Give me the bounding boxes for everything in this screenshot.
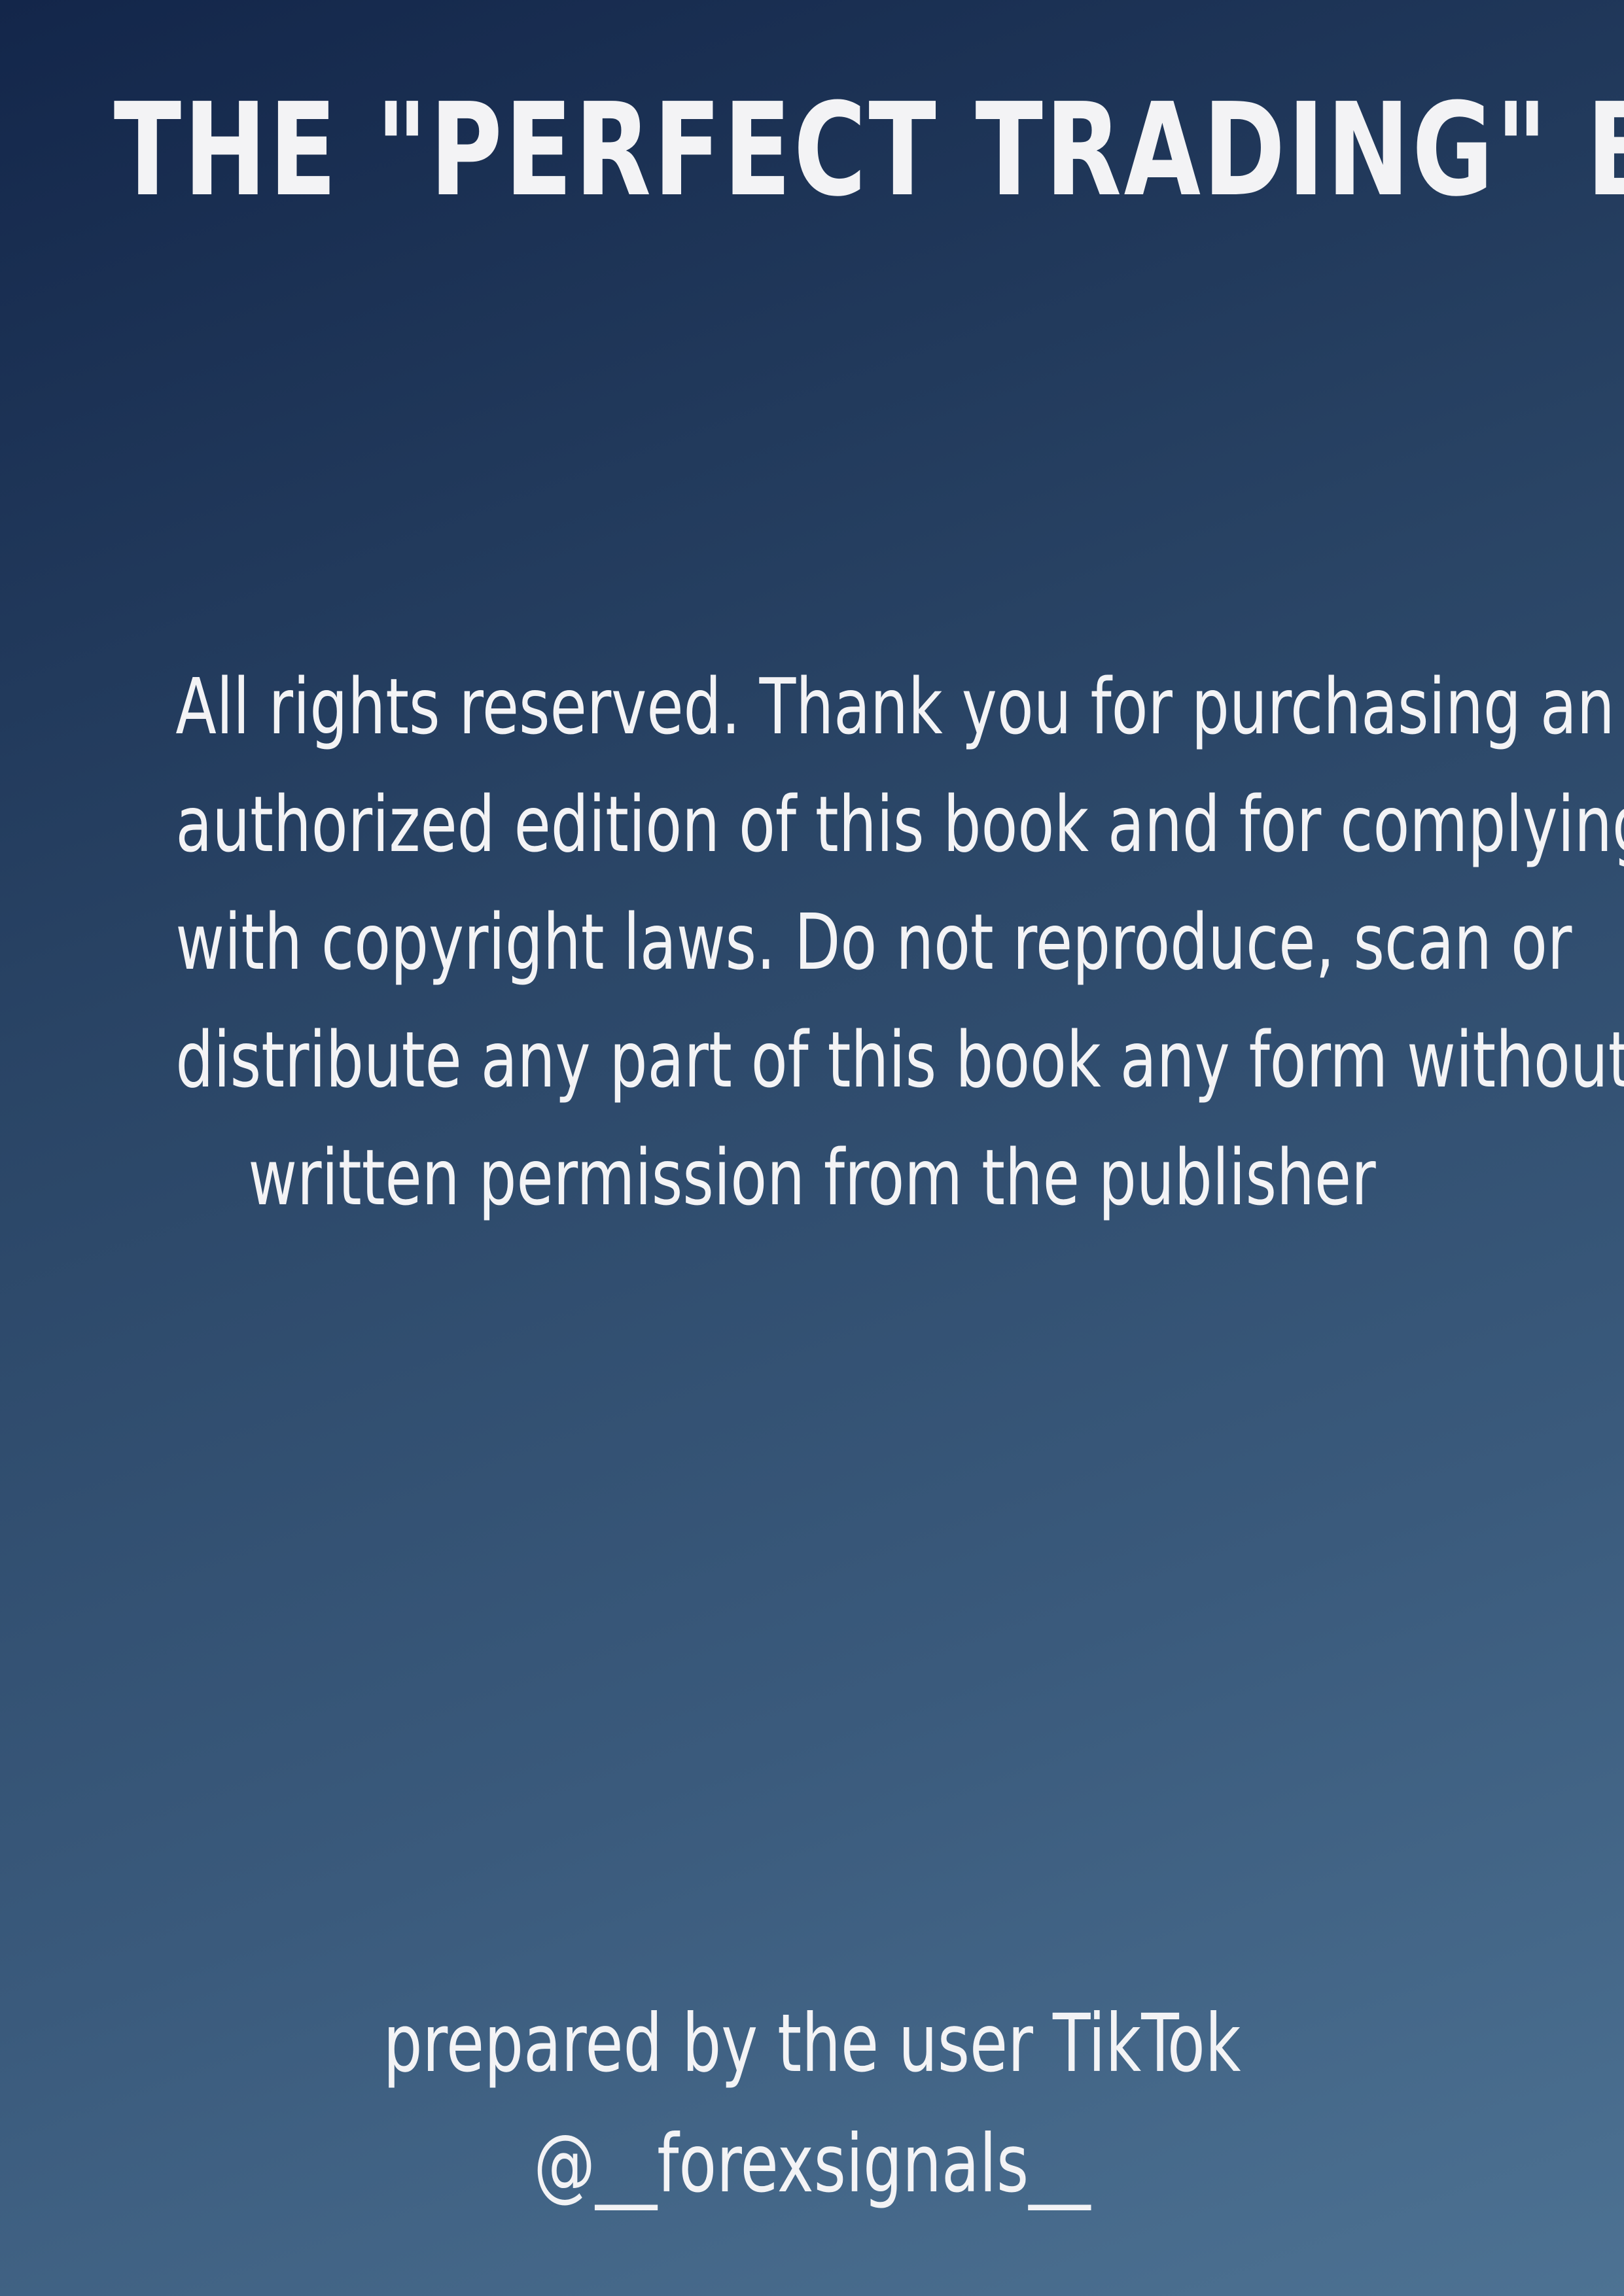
author-credit: prepared by the user TikTok @__forexsign… bbox=[0, 1983, 1624, 2224]
credit-line: prepared by the user TikTok bbox=[383, 1997, 1241, 2090]
copyright-notice-line: authorized edition of this book and for … bbox=[175, 779, 1624, 869]
tiktok-handle: @__forexsignals__ bbox=[533, 2117, 1091, 2210]
book-title: THE "PERFECT TRADING" BOOK bbox=[113, 76, 1624, 225]
copyright-notice-line: All rights reserved. Thank you for purch… bbox=[175, 661, 1615, 752]
book-page: THE "PERFECT TRADING" BOOK All rights re… bbox=[0, 0, 1624, 2296]
copyright-notice-line: written permission from the publisher bbox=[248, 1132, 1376, 1223]
copyright-notice-line: distribute any part of this book any for… bbox=[175, 1015, 1624, 1105]
copyright-notice-line: with copyright laws. Do not reproduce, s… bbox=[175, 897, 1572, 987]
copyright-notice: All rights reserved. Thank you for purch… bbox=[72, 648, 1624, 1236]
